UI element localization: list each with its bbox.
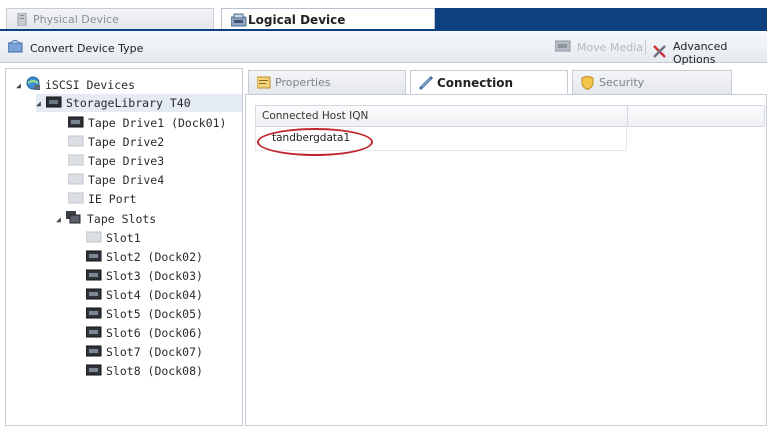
move-media-icon <box>554 40 571 55</box>
library-icon <box>45 96 62 111</box>
tree-node-storage-library[interactable]: ◢ StorageLibrary T40 <box>36 94 191 112</box>
table-row[interactable]: tandbergdata1 <box>255 127 627 156</box>
empty-tape-drive-icon <box>67 154 84 169</box>
tree-node-tape-drive-1[interactable]: Tape Drive1 (Dock01) <box>67 114 227 132</box>
column-header-connected-host-iqn[interactable]: Connected Host IQN <box>256 106 628 126</box>
logical-device-icon <box>230 13 247 30</box>
iscsi-globe-icon <box>26 76 41 94</box>
convert-icon <box>7 39 24 56</box>
empty-tape-drive-icon <box>67 173 84 188</box>
tab-physical-device-label: Physical Device <box>33 13 119 26</box>
tab-connection[interactable]: Connection <box>410 70 568 94</box>
tree-node-label: Slot3 (Dock03) <box>106 269 203 283</box>
tree-node-slot-6[interactable]: Slot6 (Dock06) <box>85 324 203 342</box>
tree-node-label: Slot6 (Dock06) <box>106 326 203 340</box>
tree-node-label: Slot4 (Dock04) <box>106 288 203 302</box>
tree-node-slot-3[interactable]: Slot3 (Dock03) <box>85 267 203 285</box>
tree-node-label: Slot1 <box>106 231 141 245</box>
tab-properties-label: Properties <box>275 76 331 89</box>
tree-node-label: Tape Drive3 <box>88 154 165 168</box>
tree-node-label: IE Port <box>88 192 137 206</box>
convert-device-type-label: Convert Device Type <box>30 41 144 55</box>
tree-node-label: Tape Drive2 <box>88 135 165 149</box>
tree-node-slot-1[interactable]: Slot1 <box>85 229 141 247</box>
tree-node-tape-drive-3[interactable]: Tape Drive3 <box>67 152 165 170</box>
tab-physical-device[interactable]: Physical Device <box>6 8 214 30</box>
title-band <box>435 8 767 30</box>
tab-security[interactable]: Security <box>572 70 732 94</box>
tape-cartridge-icon <box>85 250 102 265</box>
tab-properties[interactable]: Properties <box>248 70 406 94</box>
move-media-button[interactable]: Move Media <box>554 40 644 55</box>
tape-cartridge-icon <box>85 269 102 284</box>
tree-node-label: Tape Slots <box>87 212 157 226</box>
tree-node-slot-7[interactable]: Slot7 (Dock07) <box>85 343 203 361</box>
tape-cartridge-icon <box>85 345 102 360</box>
host-iqn-cell: tandbergdata1 <box>272 132 351 144</box>
table-header: Connected Host IQN <box>255 105 765 127</box>
tape-slots-icon <box>66 210 83 228</box>
tab-security-label: Security <box>599 76 645 89</box>
tree-node-label: Slot7 (Dock07) <box>106 345 203 359</box>
expand-arrow-icon[interactable]: ◢ <box>16 81 26 90</box>
move-media-label: Move Media <box>577 41 644 54</box>
tab-connection-label: Connection <box>437 75 514 90</box>
toolbar-separator <box>645 39 646 55</box>
tape-drive-icon <box>67 116 84 131</box>
expand-arrow-icon[interactable]: ◢ <box>36 99 46 108</box>
tree-node-label: iSCSI Devices <box>45 78 136 92</box>
tree-node-ie-port[interactable]: IE Port <box>67 190 137 208</box>
tape-cartridge-icon <box>85 326 102 341</box>
tree-node-label: Slot8 (Dock08) <box>106 364 203 378</box>
tab-logical-device[interactable]: Logical Device <box>221 8 435 30</box>
tree-node-slot-5[interactable]: Slot5 (Dock05) <box>85 305 203 323</box>
convert-device-type-button[interactable]: Convert Device Type <box>7 39 144 56</box>
empty-tape-drive-icon <box>67 135 84 150</box>
security-shield-icon <box>581 75 594 93</box>
tree-node-tape-slots[interactable]: ◢ Tape Slots <box>56 210 156 228</box>
toolbar: Convert Device Type Move Media Advanced … <box>0 31 767 66</box>
tree-node-label: Slot2 (Dock02) <box>106 250 203 264</box>
tree-node-iscsi-devices[interactable]: ◢ iSCSI Devices <box>16 76 135 94</box>
advanced-options-button[interactable]: Advanced Options <box>652 40 767 66</box>
tools-icon <box>652 44 667 62</box>
connection-panel: Connected Host IQN tandbergdata1 <box>245 94 767 426</box>
advanced-options-label: Advanced Options <box>673 40 728 66</box>
empty-slot-icon <box>85 231 102 246</box>
physical-device-icon <box>16 12 28 29</box>
tree-node-label: Tape Drive4 <box>88 173 165 187</box>
detail-tab-bar: Properties Connection Security <box>245 68 767 94</box>
tab-logical-device-label: Logical Device <box>248 12 346 27</box>
tree-node-slot-4[interactable]: Slot4 (Dock04) <box>85 286 203 304</box>
tape-cartridge-icon <box>85 288 102 303</box>
tape-cartridge-icon <box>85 364 102 379</box>
tree-node-label: Slot5 (Dock05) <box>106 307 203 321</box>
tree-node-slot-2[interactable]: Slot2 (Dock02) <box>85 248 203 266</box>
top-tab-bar: Physical Device Logical Device <box>0 0 767 31</box>
device-tree: ◢ iSCSI Devices ◢ StorageLibrary T40 Tap… <box>5 68 243 426</box>
connection-plug-icon <box>418 75 434 93</box>
tree-node-label: Tape Drive1 (Dock01) <box>88 116 227 130</box>
tree-node-tape-drive-4[interactable]: Tape Drive4 <box>67 171 165 189</box>
tree-node-slot-8[interactable]: Slot8 (Dock08) <box>85 362 203 380</box>
tree-node-label: StorageLibrary T40 <box>66 96 191 110</box>
ie-port-icon <box>67 192 84 207</box>
tree-node-tape-drive-2[interactable]: Tape Drive2 <box>67 133 165 151</box>
properties-icon <box>256 76 271 92</box>
expand-arrow-icon[interactable]: ◢ <box>56 215 66 224</box>
tape-cartridge-icon <box>85 307 102 322</box>
